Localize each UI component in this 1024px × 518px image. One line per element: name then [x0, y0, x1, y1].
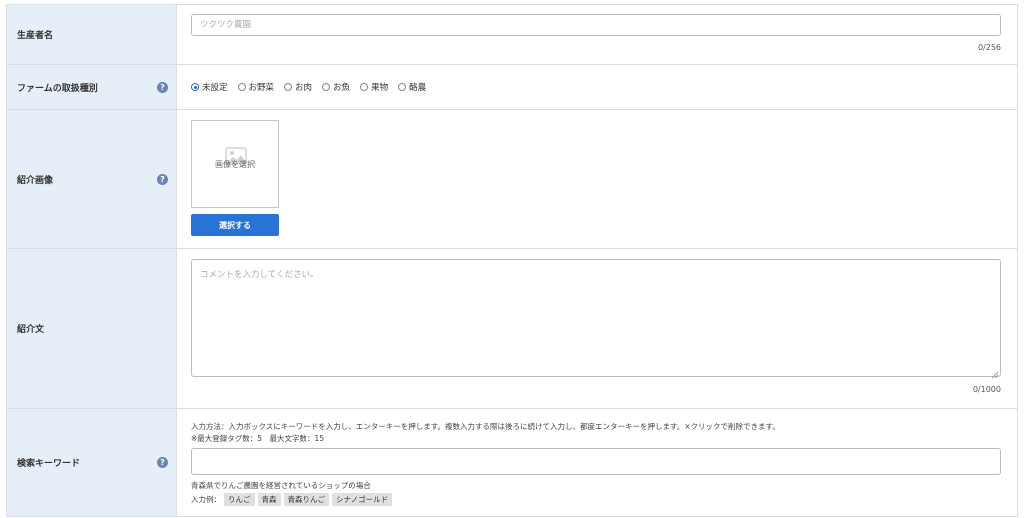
producer-name-field-cell: 0/256 [177, 5, 1017, 64]
farm-type-radio-3[interactable]: お肉 [284, 81, 312, 93]
keywords-label: 検索キーワード [17, 459, 81, 469]
example-tag: りんご [224, 493, 255, 506]
farm-type-radio-5[interactable]: 果物 [360, 81, 388, 93]
intro-text-label: 紹介文 [17, 325, 45, 335]
intro-image-label: 紹介画像 [17, 175, 54, 186]
producer-name-label: 生産者名 [17, 31, 54, 41]
farm-type-radio-label: 酪農 [409, 83, 427, 93]
keywords-instruction: 入力方法：入力ボックスにキーワードを入力し、エンターキーを押します。複数入力する… [191, 422, 780, 431]
intro-image-help-icon[interactable]: ? [157, 173, 168, 185]
producer-name-counter: 0/256 [977, 43, 1001, 52]
intro-image-field-cell: 画像を選択 選択する [177, 110, 1017, 248]
keywords-limits: ※最大登録タグ数：5 最大文字数：15 [191, 434, 325, 443]
farm-type-radio-label: 果物 [371, 83, 389, 93]
intro-text-label-cell: 紹介文 [7, 249, 177, 408]
keywords-example-note: 青森県でりんご農園を経営されているショップの場合 [191, 481, 371, 490]
producer-name-input[interactable] [191, 14, 1001, 36]
radio-circle-icon[interactable] [191, 83, 199, 91]
farm-type-row: ファームの取扱種別 ? 未設定 お野菜 お肉 お魚 果物 酪農 [7, 65, 1017, 110]
farm-type-radio-label: お魚 [333, 83, 351, 93]
radio-circle-icon[interactable] [398, 83, 407, 91]
intro-image-row: 紹介画像 ? 画像を選択 選択する [7, 110, 1017, 249]
keywords-example-label: 入力例： [191, 495, 221, 504]
farm-type-radio-label: 未設定 [202, 83, 228, 93]
intro-text-field-cell: 0/1000 [177, 249, 1017, 408]
select-image-button[interactable]: 選択する [191, 214, 279, 236]
example-tag: 青森りんご [283, 493, 329, 506]
producer-name-label-cell: 生産者名 [7, 5, 177, 64]
radio-circle-icon[interactable] [322, 83, 331, 91]
keywords-example: 入力例： りんご 青森 青森りんご シナノゴールド [191, 493, 1001, 506]
radio-circle-icon[interactable] [237, 83, 246, 91]
farm-type-radio-2[interactable]: お野菜 [237, 81, 275, 93]
keywords-help-icon[interactable]: ? [157, 457, 168, 468]
radio-circle-icon[interactable] [360, 83, 369, 91]
farm-type-radio-label: お野菜 [248, 83, 275, 93]
intro-text-row: 紹介文 0/1000 [7, 249, 1017, 409]
radio-circle-icon[interactable] [284, 83, 293, 91]
farm-type-help-icon[interactable]: ? [157, 81, 168, 93]
keywords-input[interactable] [191, 448, 1001, 475]
keywords-field-cell: 入力方法：入力ボックスにキーワードを入力し、エンターキーを押します。複数入力する… [177, 409, 1017, 516]
farm-type-radio-label: お肉 [295, 83, 313, 93]
intro-text-counter: 0/1000 [972, 385, 1001, 394]
keywords-label-cell: 検索キーワード ? [7, 409, 177, 516]
producer-name-row: 生産者名 0/256 [7, 5, 1017, 65]
intro-text-area[interactable] [191, 259, 1001, 377]
farm-type-radio-1[interactable]: 未設定 [191, 81, 228, 93]
farm-type-field-cell: 未設定 お野菜 お肉 お魚 果物 酪農 [177, 65, 1017, 109]
example-tag: 青森 [257, 493, 281, 506]
farm-type-radio-4[interactable]: お魚 [322, 81, 350, 93]
resize-grip-icon[interactable] [991, 371, 998, 378]
farm-type-radio-group: 未設定 お野菜 お肉 お魚 果物 酪農 [191, 65, 1001, 109]
farm-type-label-cell: ファームの取扱種別 ? [7, 65, 177, 109]
example-tag: シナノゴールド [332, 493, 393, 506]
keywords-row: 検索キーワード ? 入力方法：入力ボックスにキーワードを入力し、エンターキーを押… [7, 409, 1017, 517]
image-select-label: 画像を選択 [215, 159, 255, 169]
producer-form: 生産者名 0/256 ファームの取扱種別 ? 未設定 お野菜 お肉 お魚 果物 酪農 紹介… [6, 4, 1018, 517]
image-select-box[interactable]: 画像を選択 [191, 120, 279, 208]
farm-type-label: ファームの取扱種別 [17, 83, 98, 94]
farm-type-radio-6[interactable]: 酪農 [398, 81, 426, 93]
intro-image-label-cell: 紹介画像 ? [7, 110, 177, 248]
